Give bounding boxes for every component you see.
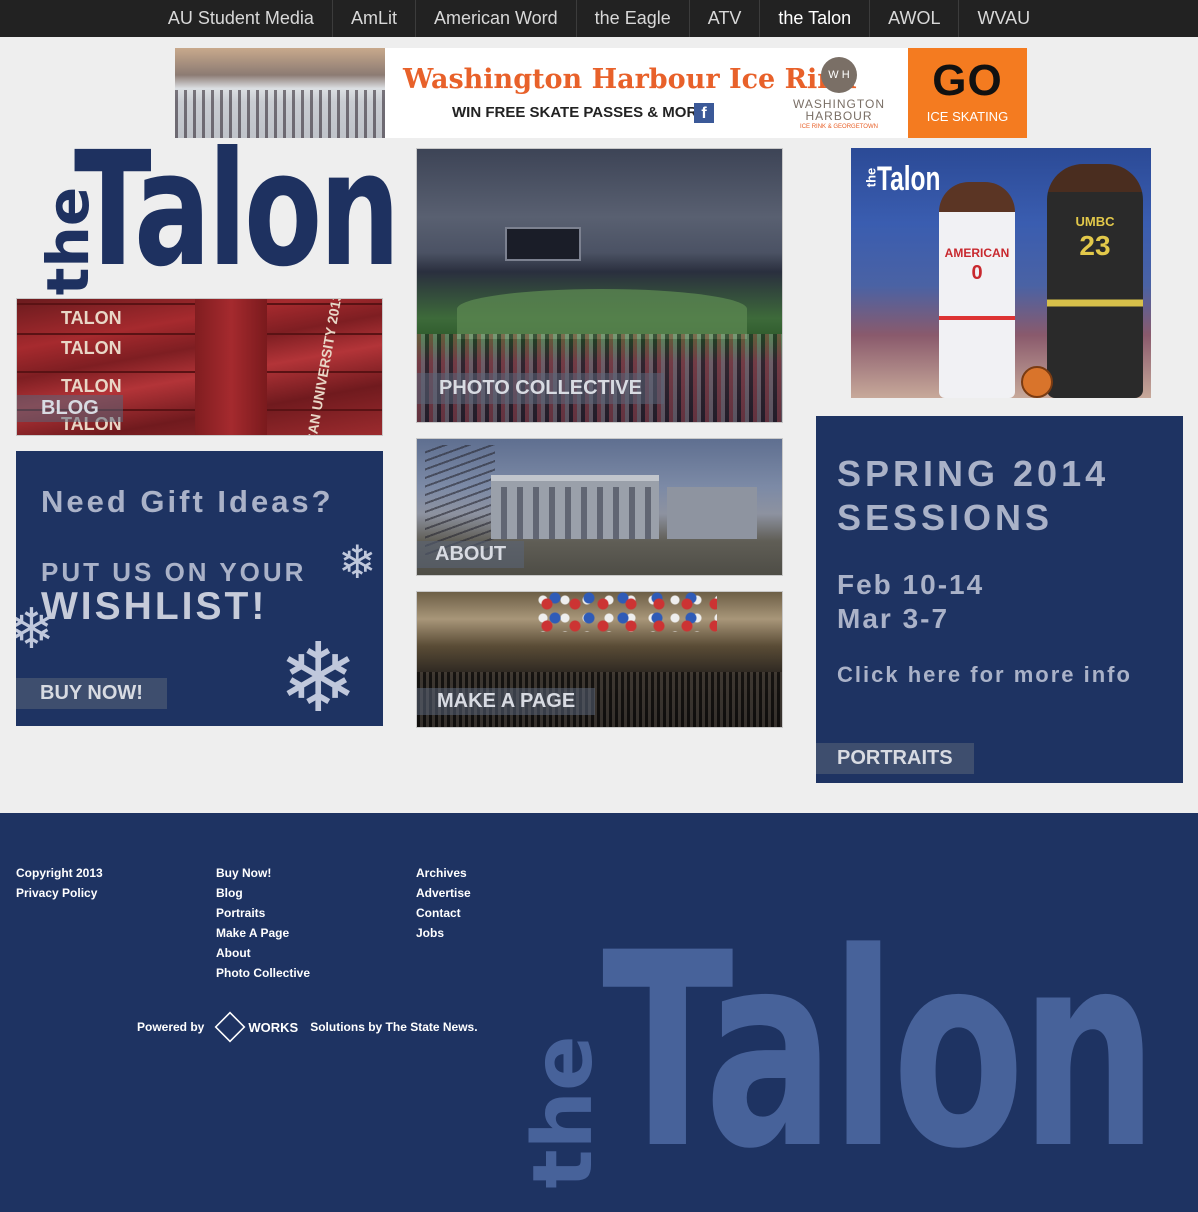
portraits-tile[interactable]: SPRING 2014 SESSIONS Feb 10-14 Mar 3-7 C…: [816, 416, 1183, 783]
footer-link-copyright: Copyright 2013: [16, 866, 103, 880]
footer-link-make-a-page[interactable]: Make A Page: [216, 923, 310, 943]
snowflake-icon: ❄: [278, 625, 359, 727]
gift-wishlist: WISHLIST!: [41, 585, 268, 628]
snowflake-icon: ❄: [16, 597, 55, 660]
nav-item-atv[interactable]: ATV: [690, 0, 761, 37]
portraits-label: PORTRAITS: [816, 743, 974, 774]
jersey-american-number: 0: [971, 262, 983, 284]
footer-link-about[interactable]: About: [216, 943, 310, 963]
campus-building: [491, 475, 659, 539]
mini-logo-talon: Talon: [877, 160, 941, 198]
stadium-scoreboard: [505, 227, 581, 261]
buy-now-label: BUY NOW!: [16, 678, 167, 709]
blog-tile[interactable]: TALON TALON TALON TALON AMERICAN UNIVERS…: [16, 298, 383, 436]
footer-link-photo-collective[interactable]: Photo Collective: [216, 963, 310, 983]
washington-harbour-subtitle: ICE RINK & GEORGETOWN: [800, 124, 878, 130]
baseball-field: [457, 289, 747, 339]
footer-link-advertise[interactable]: Advertise: [416, 883, 471, 903]
go-subtext: ICE SKATING: [926, 109, 1009, 124]
tree-image: [425, 445, 495, 555]
about-tile[interactable]: ABOUT: [416, 438, 783, 576]
nav-item-the-talon[interactable]: the Talon: [760, 0, 871, 37]
ad-headline: Washington Harbour Ice Rink: [403, 64, 856, 95]
nav-item-wvau[interactable]: WVAU: [959, 0, 1048, 37]
footer-link-jobs[interactable]: Jobs: [416, 923, 471, 943]
player-umbc: UMBC 23: [1047, 164, 1143, 398]
book-text: TALON: [61, 338, 122, 358]
nav-item-american-word[interactable]: American Word: [416, 0, 577, 37]
powered-by-label: Powered by: [137, 1020, 205, 1034]
gift-subheadline: PUT US ON YOUR: [41, 557, 307, 587]
photo-collective-tile[interactable]: PHOTO COLLECTIVE: [416, 148, 783, 423]
balloons-image: [537, 592, 717, 632]
blog-label: BLOG: [17, 395, 123, 422]
portraits-dates: Feb 10-14 Mar 3-7: [837, 569, 985, 634]
footer-link-privacy-policy[interactable]: Privacy Policy: [16, 883, 103, 903]
footer-logo-the: the: [516, 1035, 611, 1189]
footer-col-info: Archives Advertise Contact Jobs: [416, 863, 471, 943]
campus-building-right: [667, 487, 757, 539]
photo-collective-label: PHOTO COLLECTIVE: [417, 373, 664, 404]
nav-item-the-eagle[interactable]: the Eagle: [577, 0, 690, 37]
nav-item-awol[interactable]: AWOL: [870, 0, 960, 37]
logo-talon: Talon: [74, 118, 400, 302]
mini-logo-the: the: [863, 167, 879, 188]
player-american: AMERICAN 0: [939, 182, 1015, 398]
book-text: TALON: [61, 308, 122, 328]
footer-link-blog[interactable]: Blog: [216, 883, 310, 903]
cube-icon: [214, 1011, 246, 1043]
footer-link-buy-now[interactable]: Buy Now!: [216, 863, 310, 883]
washington-harbour-name: WASHINGTON HARBOUR: [792, 97, 885, 123]
about-label: ABOUT: [417, 541, 525, 568]
works-label: WORKS: [248, 1019, 299, 1035]
portraits-more-info: Click here for more info: [837, 662, 1132, 687]
basketball-icon: [1021, 366, 1053, 398]
gift-ideas-tile[interactable]: Need Gift Ideas? PUT US ON YOUR WISHLIST…: [16, 451, 383, 726]
nav-item-amlit[interactable]: AmLit: [333, 0, 416, 37]
powered-by: Powered by WORKS Solutions by The State …: [137, 1011, 478, 1043]
footer-link-portraits[interactable]: Portraits: [216, 903, 310, 923]
portraits-title: SPRING 2014 SESSIONS: [837, 453, 1110, 538]
washington-harbour-logo: W H: [821, 57, 857, 93]
top-nav: AU Student Media AmLit American Word the…: [0, 0, 1198, 37]
jersey-umbc-text: UMBC: [1075, 214, 1115, 229]
footer-col-legal: Copyright 2013 Privacy Policy: [16, 863, 103, 903]
site-logo[interactable]: the Talon: [16, 130, 400, 295]
footer-link-archives[interactable]: Archives: [416, 863, 471, 883]
go-text: GO: [932, 56, 1003, 105]
footer-logo-talon: Talon: [602, 896, 1158, 1208]
facebook-icon: f: [694, 103, 714, 123]
make-a-page-label: MAKE A PAGE: [417, 688, 596, 715]
nav-item-au-student-media[interactable]: AU Student Media: [150, 0, 333, 37]
solutions-link[interactable]: Solutions by The State News.: [310, 1020, 477, 1034]
jersey-umbc-number: 23: [1079, 230, 1111, 261]
snowflake-icon: ❄: [338, 536, 377, 588]
footer-watermark-logo: the Talon: [510, 917, 1198, 1212]
gift-headline: Need Gift Ideas?: [41, 484, 334, 519]
ad-subline: WIN FREE SKATE PASSES & MORE!: [452, 104, 713, 121]
jersey-american-text: AMERICAN: [944, 246, 1010, 260]
footer: Copyright 2013 Privacy Policy Buy Now! B…: [0, 813, 1198, 1212]
go-ice-skating-button[interactable]: GO ICE SKATING: [908, 48, 1027, 138]
make-a-page-tile[interactable]: MAKE A PAGE: [416, 591, 783, 728]
footer-col-sections: Buy Now! Blog Portraits Make A Page Abou…: [216, 863, 310, 983]
basketball-photo[interactable]: the Talon AMERICAN 0 UMBC 23: [851, 148, 1151, 398]
book-text: TALON: [61, 376, 122, 396]
footer-link-contact[interactable]: Contact: [416, 903, 471, 923]
works-logo[interactable]: WORKS: [214, 1011, 299, 1043]
